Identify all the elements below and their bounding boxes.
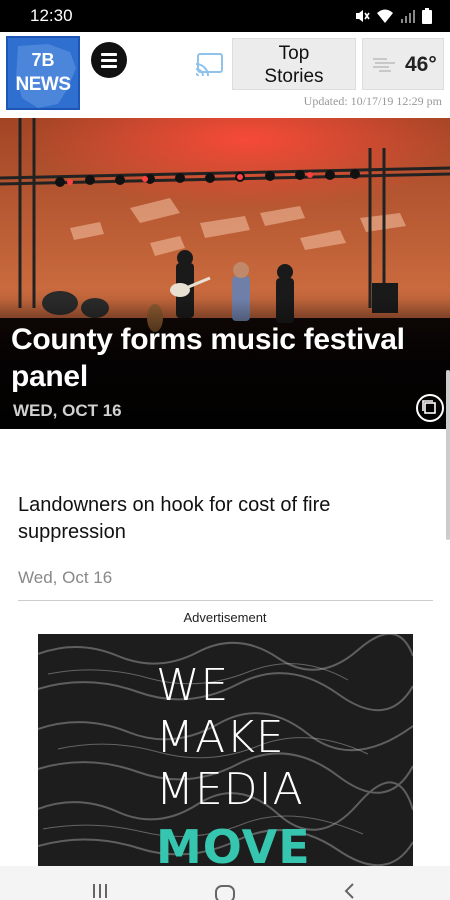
app-header: 7B NEWS Top Stories 46° Updated: 10/17/1… <box>0 32 450 118</box>
signal-icon <box>401 10 415 23</box>
ad-label: Advertisement <box>183 610 267 625</box>
top-stories-line1: Top <box>278 43 310 64</box>
ad-line-3: MEDIA <box>156 764 304 815</box>
ad-line-1: WE <box>156 660 230 711</box>
weather-temperature: 46° <box>405 53 437 76</box>
logo-number: 7B <box>31 50 55 70</box>
menu-bar <box>101 65 117 68</box>
article-item[interactable]: Landowners on hook for cost of fire supp… <box>18 492 418 546</box>
weather-button[interactable]: 46° <box>362 38 444 90</box>
menu-button[interactable] <box>91 42 127 78</box>
updated-timestamp: Updated: 10/17/19 12:29 pm <box>303 94 442 108</box>
scrollbar[interactable] <box>446 370 450 540</box>
mute-icon <box>356 10 370 22</box>
status-icons <box>354 8 432 24</box>
gallery-icon <box>422 400 436 414</box>
wifi-icon <box>377 9 393 23</box>
gallery-button[interactable] <box>416 394 444 422</box>
battery-icon <box>422 8 432 24</box>
status-bar: 12:30 <box>0 0 450 32</box>
weather-wind-icon <box>373 58 395 72</box>
system-nav-bar <box>0 866 450 900</box>
status-time: 12:30 <box>30 6 73 25</box>
divider <box>18 600 433 601</box>
station-logo[interactable]: 7B NEWS <box>6 36 80 110</box>
recent-apps-icon[interactable] <box>90 880 110 900</box>
article-date: Wed, Oct 16 <box>18 568 113 587</box>
hero-title[interactable]: County forms music festival panel <box>11 321 431 395</box>
top-stories-line2: Stories <box>264 66 324 87</box>
article-title[interactable]: Landowners on hook for cost of fire supp… <box>18 492 418 546</box>
hero-story[interactable]: County forms music festival panel WED, O… <box>0 118 450 429</box>
ad-line-4: MOVE <box>156 820 311 866</box>
menu-bar <box>101 59 117 62</box>
logo-word: NEWS <box>15 74 72 95</box>
hero-date: WED, OCT 16 <box>13 401 122 420</box>
ad-line-2: MAKE <box>156 712 285 763</box>
advertisement[interactable]: WE MAKE MEDIA MOVE <box>38 634 413 866</box>
back-icon[interactable] <box>340 880 360 900</box>
menu-bar <box>101 53 117 56</box>
home-icon[interactable] <box>214 880 236 900</box>
cast-icon[interactable] <box>193 50 225 78</box>
top-stories-button[interactable]: Top Stories <box>232 38 356 90</box>
